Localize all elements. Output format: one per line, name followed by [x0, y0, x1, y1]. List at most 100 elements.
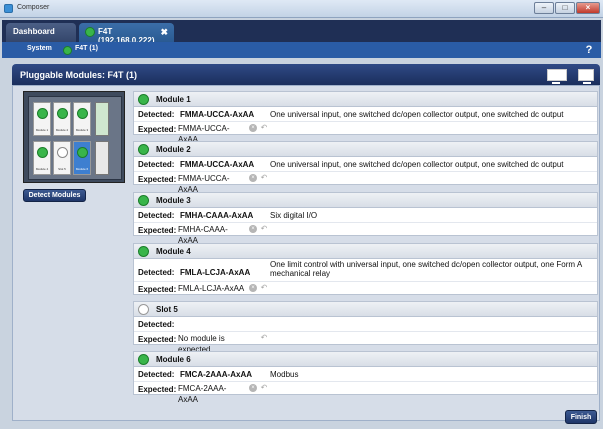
- expected-field[interactable]: No module is expected: [176, 333, 256, 354]
- clear-icon[interactable]: ×: [249, 284, 257, 292]
- page-title: Pluggable Modules: F4T (1): [20, 70, 138, 80]
- monitor-icon[interactable]: [578, 69, 594, 84]
- module-header: Module 2: [134, 142, 597, 157]
- expected-label: Expected:: [138, 226, 177, 235]
- graphic-slot-label: Module 4: [35, 167, 49, 171]
- undo-icon[interactable]: ↶: [259, 383, 269, 393]
- module-rail: Module 1 Module 2 Module 3 Module 4 Slot…: [28, 96, 122, 180]
- breadcrumb: System F4T (1) ?: [2, 42, 601, 58]
- module-ok-icon: [138, 246, 149, 257]
- expected-row: Expected: FMHA-CAAA-AxAA × ↶: [134, 222, 597, 245]
- detected-row: Detected: FMHA-CAAA-AxAA Six digital I/O: [134, 209, 597, 222]
- undo-icon[interactable]: ↶: [259, 333, 269, 343]
- finish-button[interactable]: Finish: [565, 410, 597, 424]
- module-ok-icon: [138, 354, 149, 365]
- detected-part: FMCA-2AAA-AxAA: [180, 370, 252, 379]
- expected-field[interactable]: FMLA-LCJA-AxAA: [176, 283, 246, 294]
- expected-label: Expected:: [138, 175, 177, 184]
- module-ok-icon: [138, 195, 149, 206]
- breadcrumb-system[interactable]: System: [27, 45, 52, 52]
- module-card: Module 6 Detected: FMCA-2AAA-AxAA Modbus…: [133, 351, 598, 404]
- graphic-slot-label: Module 2: [55, 128, 69, 132]
- module-ok-icon: [138, 144, 149, 155]
- module-card: Module 2 Detected: FMMA-UCCA-AxAA One un…: [133, 141, 598, 194]
- detect-modules-button[interactable]: Detect Modules: [23, 189, 86, 202]
- graphic-slot-4[interactable]: Module 4: [33, 141, 51, 175]
- app-icon: [4, 4, 13, 13]
- graphic-slot-label: Module 3: [75, 128, 89, 132]
- expected-field[interactable]: FMHA-CAAA-AxAA: [176, 224, 246, 245]
- expected-field[interactable]: FMCA-2AAA-AxAA: [176, 383, 246, 404]
- graphic-slot-1[interactable]: Module 1: [33, 102, 51, 136]
- detected-part: FMMA-UCCA-AxAA: [180, 160, 255, 169]
- graphic-slot-3[interactable]: Module 3: [73, 102, 91, 136]
- tab-f4t[interactable]: F4T (192.168.0.222) ✖: [79, 23, 174, 45]
- tab-dashboard[interactable]: Dashboard: [6, 23, 76, 42]
- module-header: Slot 5: [134, 302, 597, 317]
- breadcrumb-device[interactable]: F4T (1): [75, 45, 98, 52]
- module-header: Module 1: [134, 92, 597, 107]
- close-window-button[interactable]: ×: [576, 2, 600, 14]
- module-header: Module 4: [134, 244, 597, 259]
- module-ok-icon: [37, 147, 48, 158]
- empty-slot-icon: [57, 147, 68, 158]
- detected-label: Detected:: [138, 110, 175, 119]
- module-description: Modbus: [270, 370, 299, 379]
- minimize-button[interactable]: –: [534, 2, 554, 14]
- graphic-slot-6[interactable]: Module 6: [73, 141, 91, 175]
- module-header: Module 6: [134, 352, 597, 367]
- module-description: Six digital I/O: [270, 211, 318, 220]
- monitor-icon[interactable]: [547, 69, 567, 84]
- module-card: Module 3 Detected: FMHA-CAAA-AxAA Six di…: [133, 192, 598, 245]
- help-icon[interactable]: ?: [583, 44, 595, 56]
- maximize-button[interactable]: □: [555, 2, 575, 14]
- module-card: Module 1 Detected: FMMA-UCCA-AxAA One un…: [133, 91, 598, 144]
- expected-row: Expected: FMMA-UCCA-AxAA × ↶: [134, 171, 597, 194]
- expected-row: Expected: FMMA-UCCA-AxAA × ↶: [134, 121, 597, 144]
- undo-icon[interactable]: ↶: [259, 283, 269, 293]
- detected-label: Detected:: [138, 320, 175, 329]
- expected-row: Expected: No module is expected ↶: [134, 331, 597, 354]
- module-header: Module 3: [134, 193, 597, 208]
- close-tab-icon[interactable]: ✖: [160, 27, 168, 38]
- detected-part: FMLA-LCJA-AxAA: [180, 268, 251, 277]
- clear-icon[interactable]: ×: [249, 174, 257, 182]
- detected-label: Detected:: [138, 268, 175, 277]
- undo-icon[interactable]: ↶: [259, 224, 269, 234]
- device-status-icon: [63, 46, 72, 55]
- undo-icon[interactable]: ↶: [259, 173, 269, 183]
- expected-label: Expected:: [138, 125, 177, 134]
- expected-row: Expected: FMCA-2AAA-AxAA × ↶: [134, 381, 597, 404]
- module-ok-icon: [57, 108, 68, 119]
- detected-row: Detected:: [134, 318, 597, 331]
- graphic-slot-label: Module 1: [35, 128, 49, 132]
- undo-icon[interactable]: ↶: [259, 123, 269, 133]
- device-graphic: Module 1 Module 2 Module 3 Module 4 Slot…: [23, 91, 125, 183]
- graphic-slot-5[interactable]: Slot 5: [53, 141, 71, 175]
- module-description: One universal input, one switched dc/ope…: [270, 110, 564, 119]
- clear-icon[interactable]: ×: [249, 124, 257, 132]
- detected-row: Detected: FMMA-UCCA-AxAA One universal i…: [134, 108, 597, 121]
- clear-icon[interactable]: ×: [249, 225, 257, 233]
- module-card: Module 4 Detected: FMLA-LCJA-AxAA One li…: [133, 243, 598, 295]
- module-ok-icon: [77, 147, 88, 158]
- module-title: Module 4: [156, 247, 191, 256]
- panel-header: Pluggable Modules: F4T (1): [12, 64, 600, 85]
- module-description: One limit control with universal input, …: [270, 260, 582, 278]
- detected-row: Detected: FMMA-UCCA-AxAA One universal i…: [134, 158, 597, 171]
- tab-label: Dashboard: [13, 27, 55, 36]
- detected-row: Detected: FMCA-2AAA-AxAA Modbus: [134, 368, 597, 381]
- window-title: Composer: [17, 4, 50, 11]
- device-status-icon: [85, 27, 95, 37]
- detected-part: FMMA-UCCA-AxAA: [180, 110, 255, 119]
- graphic-slot-2[interactable]: Module 2: [53, 102, 71, 136]
- expected-field[interactable]: FMMA-UCCA-AxAA: [176, 123, 246, 144]
- detected-part: FMHA-CAAA-AxAA: [180, 211, 254, 220]
- clear-icon[interactable]: ×: [249, 384, 257, 392]
- tab-bar: Dashboard F4T (192.168.0.222) ✖: [2, 20, 601, 45]
- module-ok-icon: [77, 108, 88, 119]
- module-title: Module 2: [156, 145, 191, 154]
- expected-field[interactable]: FMMA-UCCA-AxAA: [176, 173, 246, 194]
- expected-label: Expected:: [138, 285, 177, 294]
- expected-row: Expected: FMLA-LCJA-AxAA × ↶: [134, 281, 597, 294]
